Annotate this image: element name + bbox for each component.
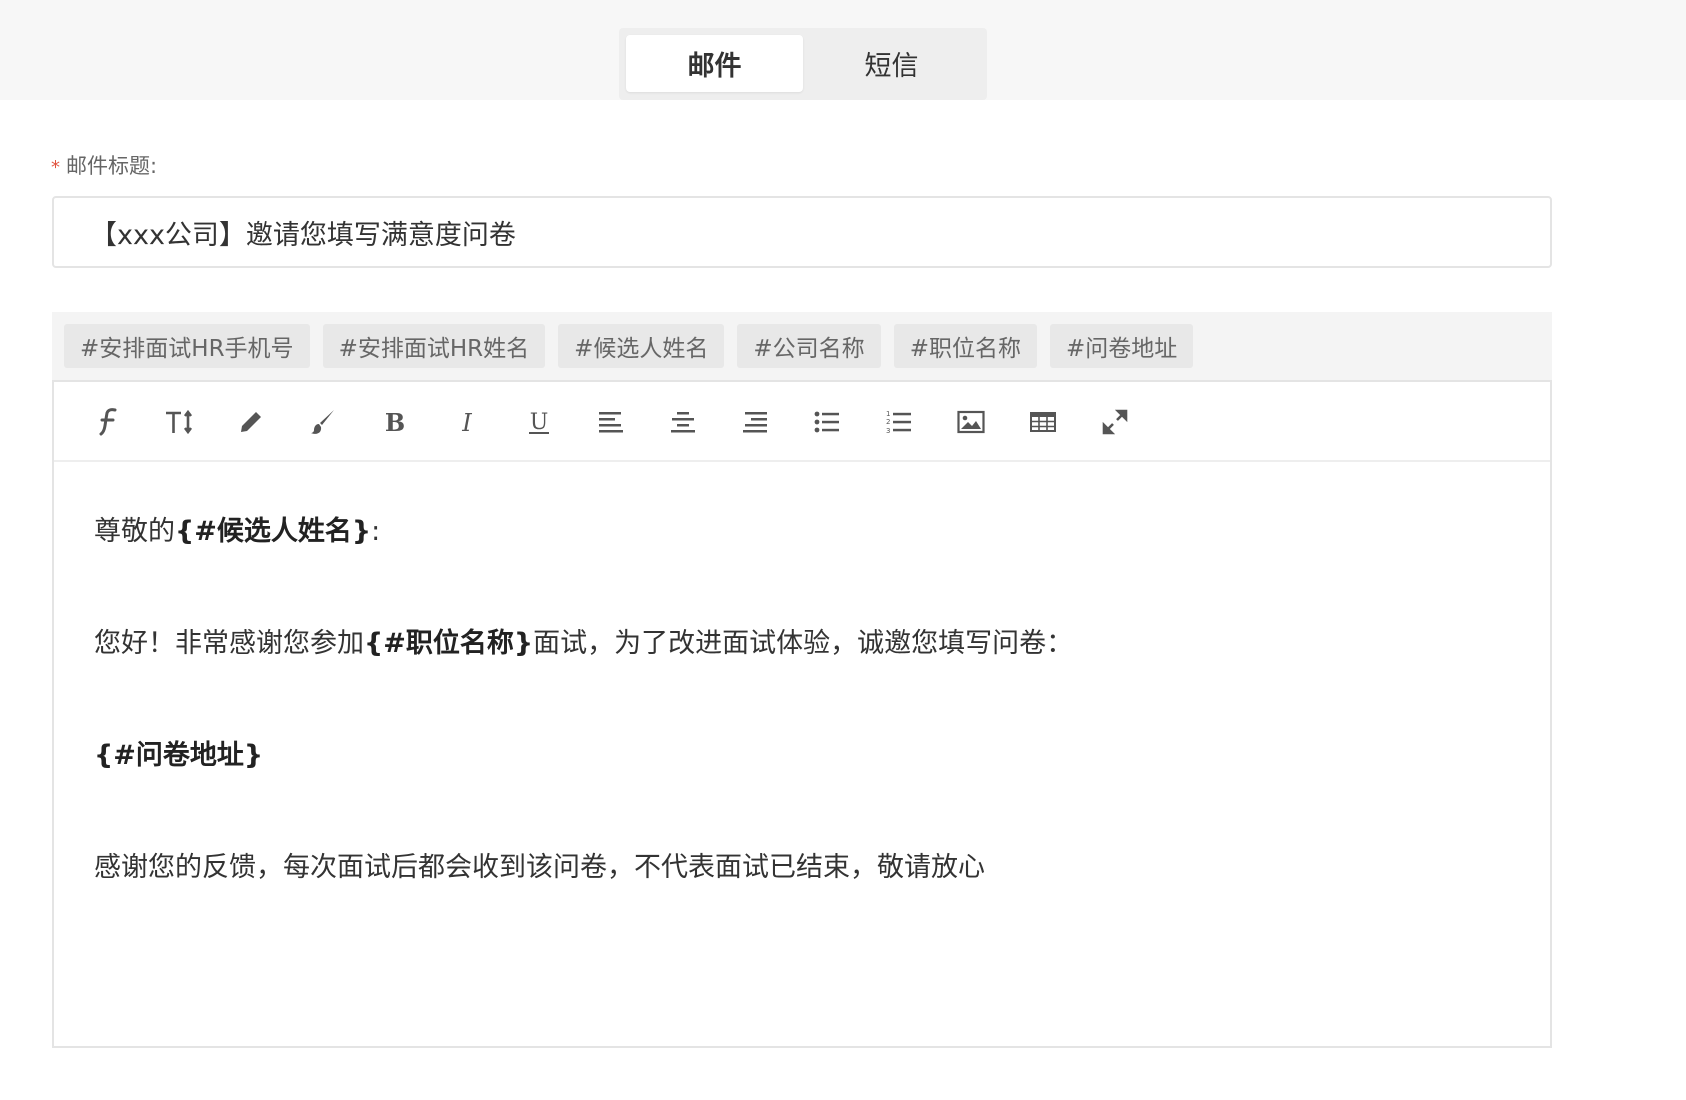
variable-tag-company-name[interactable]: #公司名称 xyxy=(737,324,881,368)
image-icon[interactable] xyxy=(951,402,991,442)
tab-sms[interactable]: 短信 xyxy=(803,35,980,92)
subject-label: * 邮件标题: xyxy=(51,150,157,180)
svg-text:U: U xyxy=(530,410,549,435)
subject-label-text: 邮件标题: xyxy=(66,154,158,178)
top-band: 邮件 短信 xyxy=(0,0,1686,100)
greeting-line: 尊敬的{#候选人姓名}: xyxy=(94,516,381,547)
variable-tag-survey-url[interactable]: #问卷地址 xyxy=(1049,324,1194,368)
svg-text:2: 2 xyxy=(886,418,890,426)
bold-icon[interactable]: B xyxy=(375,402,415,442)
brush-icon[interactable] xyxy=(303,402,343,442)
variable-tag-hr-phone[interactable]: #安排面试HR手机号 xyxy=(64,324,310,368)
editor-content[interactable]: 尊敬的{#候选人姓名}: 您好！非常感谢您参加{#职位名称}面试，为了改进面试体… xyxy=(54,462,1550,888)
rich-text-editor: B I U 123 尊敬的{#候选人姓名}: 您好！非常感谢您参加{#职位名称}… xyxy=(52,380,1552,1048)
bullet-list-icon[interactable] xyxy=(807,402,847,442)
candidate-name-var: {#候选人姓名} xyxy=(175,516,372,547)
intro-paragraph: 您好！非常感谢您参加{#职位名称}面试，为了改进面试体验，诚邀您填写问卷： xyxy=(94,628,1074,659)
svg-text:B: B xyxy=(385,408,405,437)
tab-email[interactable]: 邮件 xyxy=(626,35,803,92)
variable-tag-position-name[interactable]: #职位名称 xyxy=(893,324,1037,368)
fullscreen-icon[interactable] xyxy=(1095,402,1135,442)
variable-bar: #安排面试HR手机号 #安排面试HR姓名 #候选人姓名 #公司名称 #职位名称 … xyxy=(52,312,1552,380)
svg-text:3: 3 xyxy=(886,427,890,435)
editor-toolbar: B I U 123 xyxy=(54,382,1550,462)
survey-url-var: {#问卷地址} xyxy=(94,740,264,771)
underline-icon[interactable]: U xyxy=(519,402,559,442)
closing-paragraph: 感谢您的反馈，每次面试后都会收到该问卷，不代表面试已结束，敬请放心 xyxy=(94,852,985,883)
svg-text:1: 1 xyxy=(886,410,890,418)
subject-input[interactable] xyxy=(52,196,1552,268)
variable-tag-candidate-name[interactable]: #候选人姓名 xyxy=(558,324,725,368)
align-center-icon[interactable] xyxy=(663,402,703,442)
table-icon[interactable] xyxy=(1023,402,1063,442)
survey-url-paragraph: {#问卷地址} xyxy=(94,736,1510,776)
pencil-icon[interactable] xyxy=(231,402,271,442)
italic-icon[interactable]: I xyxy=(447,402,487,442)
numbered-list-icon[interactable]: 123 xyxy=(879,402,919,442)
svg-text:I: I xyxy=(461,409,472,437)
align-right-icon[interactable] xyxy=(735,402,775,442)
variable-tag-hr-name[interactable]: #安排面试HR姓名 xyxy=(322,324,546,368)
channel-tabs: 邮件 短信 xyxy=(619,28,987,100)
align-left-icon[interactable] xyxy=(591,402,631,442)
required-mark: * xyxy=(51,157,60,178)
font-family-icon[interactable] xyxy=(87,402,127,442)
position-name-var: {#职位名称} xyxy=(364,628,534,659)
font-size-icon[interactable] xyxy=(159,402,199,442)
